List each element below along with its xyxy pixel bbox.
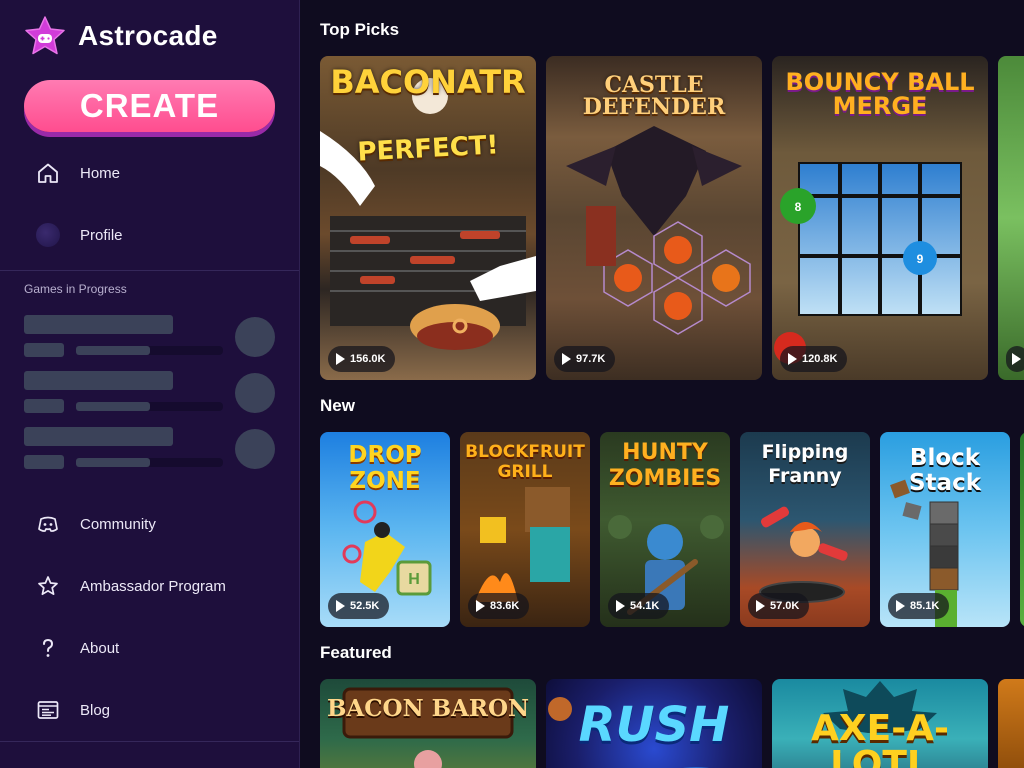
game-title: BLOCKFRUIT GRILL [465,442,585,482]
logo[interactable]: Astrocade [24,16,218,56]
main-content: Top Picks BACONATR PERFECT! 156.0K CASTL… [300,0,1024,768]
nav-item-about[interactable]: About [0,626,299,670]
play-icon [788,353,797,365]
game-title: RUSH [578,697,730,753]
game-card[interactable]: BACONATR PERFECT! 156.0K [320,56,536,380]
avatar-icon [36,223,60,247]
game-title: Block Stack [908,445,981,496]
play-icon [336,353,345,365]
play-count: 54.1K [630,600,660,612]
app-name: Astrocade [78,20,218,51]
game-art [342,687,514,768]
game-title: AXE-A-LOTL [811,708,949,768]
section-title-featured: Featured [320,643,392,662]
nav-label-community: Community [80,515,156,533]
section-title-new: New [320,396,355,415]
play-icon [756,600,765,612]
game-title: BACONATR [330,63,526,101]
play-count: 85.1K [910,600,940,612]
play-count: 52.5K [350,600,380,612]
play-count-badge: 57.0K [748,593,810,619]
game-card[interactable]: H DROP ZONE 52.5K [320,432,450,627]
nav-item-ambassador-program[interactable]: Ambassador Program [0,564,299,608]
play-count: 83.6K [490,600,520,612]
play-count-badge: 52.5K [328,593,390,619]
game-card-partial[interactable] [998,56,1024,380]
sidebar-divider [0,270,299,271]
svg-text:9: 9 [917,252,924,266]
sidebar-divider [0,741,299,742]
game-card-partial[interactable] [1020,432,1024,627]
question-icon [36,636,60,660]
nav-label-blog: Blog [80,701,111,719]
svg-text:8: 8 [795,200,802,214]
create-button[interactable]: CREATE [24,80,275,132]
game-card[interactable]: CASTLE DEFENDER 97.7K [546,56,762,380]
nav-label-ambassador-program: Ambassador Program [80,577,226,595]
astrocade-star-icon [25,16,65,55]
play-count: 97.7K [576,353,606,365]
game-title: DROP ZONE [348,442,422,494]
play-icon [562,353,571,365]
game-art [320,78,536,350]
game-title: BACON BARON [326,695,530,722]
nav-label-about: About [80,639,120,657]
nav-item-home[interactable]: Home [0,151,299,195]
game-title: BOUNCY BALL MERGE [785,68,975,120]
games-in-progress-label: Games in Progress [24,282,127,296]
game-card[interactable]: BACON BARON [320,679,536,768]
discord-icon [36,512,60,536]
play-count: 156.0K [350,353,386,365]
play-count: 57.0K [770,600,800,612]
nav-item-profile[interactable]: Profile [0,213,299,257]
section-title-top-picks: Top Picks [320,20,400,39]
blog-icon [36,698,60,722]
game-card[interactable]: AXE-A-LOTL [772,679,988,768]
game-card[interactable]: BLOCKFRUIT GRILL 83.6K [460,432,590,627]
play-icon [896,600,905,612]
game-card[interactable]: HUNTY ZOMBIES 54.1K [600,432,730,627]
play-count: 120.8K [802,353,838,365]
game-card[interactable]: Block Stack 85.1K [880,432,1010,627]
play-count-badge: 83.6K [468,593,530,619]
game-card[interactable]: RUSH [546,679,762,768]
game-card[interactable]: Flipping Franny 57.0K [740,432,870,627]
play-icon [1012,353,1021,365]
sidebar: Astrocade CREATE Home Profile Games in P… [0,0,300,768]
game-card[interactable]: 8 9 BOUNCY BALL MERGE 120.8K [772,56,988,380]
star-outline-icon [36,574,60,598]
play-count-badge: 85.1K [888,593,950,619]
play-count-badge: 120.8K [780,346,848,372]
play-icon [616,600,625,612]
game-title: HUNTY ZOMBIES [608,440,722,491]
play-count-badge: 54.1K [608,593,670,619]
nav-label-home: Home [80,164,121,182]
nav-item-community[interactable]: Community [0,502,299,546]
play-icon [336,600,345,612]
game-title: CASTLE DEFENDER [582,72,726,120]
play-count-badge: 97.7K [554,346,616,372]
play-count-badge [1006,346,1024,372]
play-count-badge: 156.0K [328,346,396,372]
svg-text:H: H [408,571,420,588]
play-icon [476,600,485,612]
game-title: Flipping Franny [761,441,849,487]
home-icon [36,161,60,185]
nav-item-blog[interactable]: Blog [0,688,299,732]
game-card-partial[interactable] [998,679,1024,768]
nav-label-profile: Profile [80,226,123,244]
